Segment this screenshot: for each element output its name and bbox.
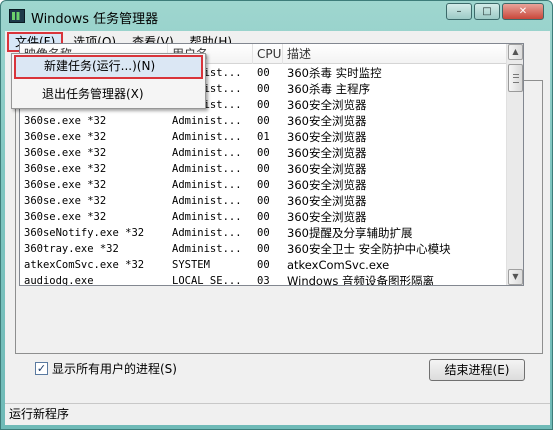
process-user-cell: Administ... — [172, 131, 242, 143]
process-cpu-cell: 00 — [257, 227, 270, 239]
show-all-users-option[interactable]: ✓ 显示所有用户的进程(S) — [35, 360, 177, 377]
caption-buttons: – □ ✕ — [446, 3, 544, 20]
process-description-cell: 360提醒及分享辅助扩展 — [287, 226, 413, 240]
scroll-down-button[interactable]: ▼ — [508, 269, 523, 285]
process-description-cell: 360安全浏览器 — [287, 194, 367, 208]
process-description-cell: 360安全浏览器 — [287, 114, 367, 128]
process-description-cell: atkexComSvc.exe — [287, 258, 390, 272]
table-row[interactable]: 360tray.exe *32 Administ... 00 360安全卫士 安全防护… — [20, 241, 507, 257]
process-user-cell: SYSTEM — [172, 259, 210, 271]
table-row[interactable]: 360se.exe *32 Administ... 00 360安全浏览器 — [20, 193, 507, 209]
process-cpu-cell: 00 — [257, 211, 270, 223]
show-all-users-checkbox[interactable]: ✓ — [35, 362, 48, 375]
process-description-cell: Windows 音频设备图形隔离 — [287, 274, 434, 286]
table-row[interactable]: 360se.exe *32 Administ... 01 360安全浏览器 — [20, 129, 507, 145]
process-user-cell: Administ... — [172, 195, 242, 207]
process-user-cell: LOCAL SE... — [172, 275, 242, 286]
table-row[interactable]: 360se.exe *32 Administ... 00 360安全浏览器 — [20, 145, 507, 161]
process-description-cell: 360安全卫士 安全防护中心模块 — [287, 242, 451, 256]
process-cpu-cell: 00 — [257, 147, 270, 159]
title-bar[interactable]: Windows 任务管理器 – □ ✕ — [1, 1, 552, 31]
process-user-cell: Administ... — [172, 115, 242, 127]
process-cpu-cell: 03 — [257, 275, 270, 286]
table-row[interactable]: 360se.exe *32 Administ... 00 360安全浏览器 — [20, 113, 507, 129]
process-name-cell: 360se.exe *32 — [24, 195, 107, 207]
process-name-cell: 360tray.exe *32 — [24, 243, 119, 255]
file-menu-dropdown: 新建任务(运行...)(N) 退出任务管理器(X) — [11, 53, 206, 109]
process-description-cell: 360安全浏览器 — [287, 98, 367, 112]
process-cpu-cell: 00 — [257, 243, 270, 255]
process-user-cell: Administ... — [172, 227, 242, 239]
process-user-cell: Administ... — [172, 243, 242, 255]
status-text: 运行新程序 — [9, 407, 70, 421]
process-name-cell: 360se.exe *32 — [24, 131, 107, 143]
process-description-cell: 360安全浏览器 — [287, 130, 367, 144]
process-cpu-cell: 00 — [257, 83, 270, 95]
process-name-cell: 360se.exe *32 — [24, 115, 107, 127]
column-cpu[interactable]: CPU — [253, 44, 283, 64]
process-cpu-cell: 00 — [257, 195, 270, 207]
table-row[interactable]: 360se.exe *32 Administ... 00 360安全浏览器 — [20, 209, 507, 225]
show-all-users-label: 显示所有用户的进程(S) — [52, 362, 177, 376]
process-name-cell: 360se.exe *32 — [24, 211, 107, 223]
table-row[interactable]: 360seNotify.exe *32 Administ... 00 360提醒及分享… — [20, 225, 507, 241]
process-cpu-cell: 01 — [257, 131, 270, 143]
process-cpu-cell: 00 — [257, 115, 270, 127]
task-manager-icon — [9, 9, 25, 23]
process-user-cell: Administ... — [172, 179, 242, 191]
table-row[interactable]: atkexComSvc.exe *32 SYSTEM 00 atkexComSvc.e… — [20, 257, 507, 273]
process-description-cell: 360安全浏览器 — [287, 146, 367, 160]
process-name-cell: 360seNotify.exe *32 — [24, 227, 145, 239]
close-button[interactable]: ✕ — [502, 3, 544, 20]
process-name-cell: 360se.exe *32 — [24, 179, 107, 191]
process-user-cell: Administ... — [172, 163, 242, 175]
window-title: Windows 任务管理器 — [31, 12, 159, 27]
process-user-cell: Administ... — [172, 147, 242, 159]
table-row[interactable]: audiodg.exe LOCAL SE... 03 Windows 音频设备图形隔离 — [20, 273, 507, 286]
process-cpu-cell: 00 — [257, 259, 270, 271]
column-description[interactable]: 描述 — [283, 44, 507, 64]
process-cpu-cell: 00 — [257, 179, 270, 191]
process-description-cell: 360杀毒 实时监控 — [287, 66, 382, 80]
process-description-cell: 360安全浏览器 — [287, 210, 367, 224]
process-name-cell: 360se.exe *32 — [24, 163, 107, 175]
menu-exit-task-manager[interactable]: 退出任务管理器(X) — [14, 83, 203, 107]
table-row[interactable]: 360se.exe *32 Administ... 00 360安全浏览器 — [20, 161, 507, 177]
end-process-button[interactable]: 结束进程(E) — [429, 359, 525, 381]
scroll-thumb[interactable] — [508, 64, 523, 92]
process-description-cell: 360安全浏览器 — [287, 162, 367, 176]
status-bar: 运行新程序 — [5, 403, 550, 425]
table-row[interactable]: 360se.exe *32 Administ... 00 360安全浏览器 — [20, 177, 507, 193]
process-user-cell: Administ... — [172, 211, 242, 223]
task-manager-window: Windows 任务管理器 – □ ✕ 文件(F) 选项(O) 查看(V) 帮助… — [0, 0, 553, 430]
process-description-cell: 360杀毒 主程序 — [287, 82, 371, 96]
menu-new-task[interactable]: 新建任务(运行...)(N) — [14, 55, 203, 79]
process-cpu-cell: 00 — [257, 99, 270, 111]
minimize-button[interactable]: – — [446, 3, 472, 20]
process-cpu-cell: 00 — [257, 163, 270, 175]
process-name-cell: 360se.exe *32 — [24, 147, 107, 159]
maximize-button[interactable]: □ — [474, 3, 500, 20]
process-name-cell: audiodg.exe — [24, 275, 94, 286]
process-description-cell: 360安全浏览器 — [287, 178, 367, 192]
vertical-scrollbar[interactable]: ▲ ▼ — [506, 44, 523, 285]
scroll-up-button[interactable]: ▲ — [508, 44, 523, 60]
process-cpu-cell: 00 — [257, 67, 270, 79]
process-name-cell: atkexComSvc.exe *32 — [24, 259, 145, 271]
